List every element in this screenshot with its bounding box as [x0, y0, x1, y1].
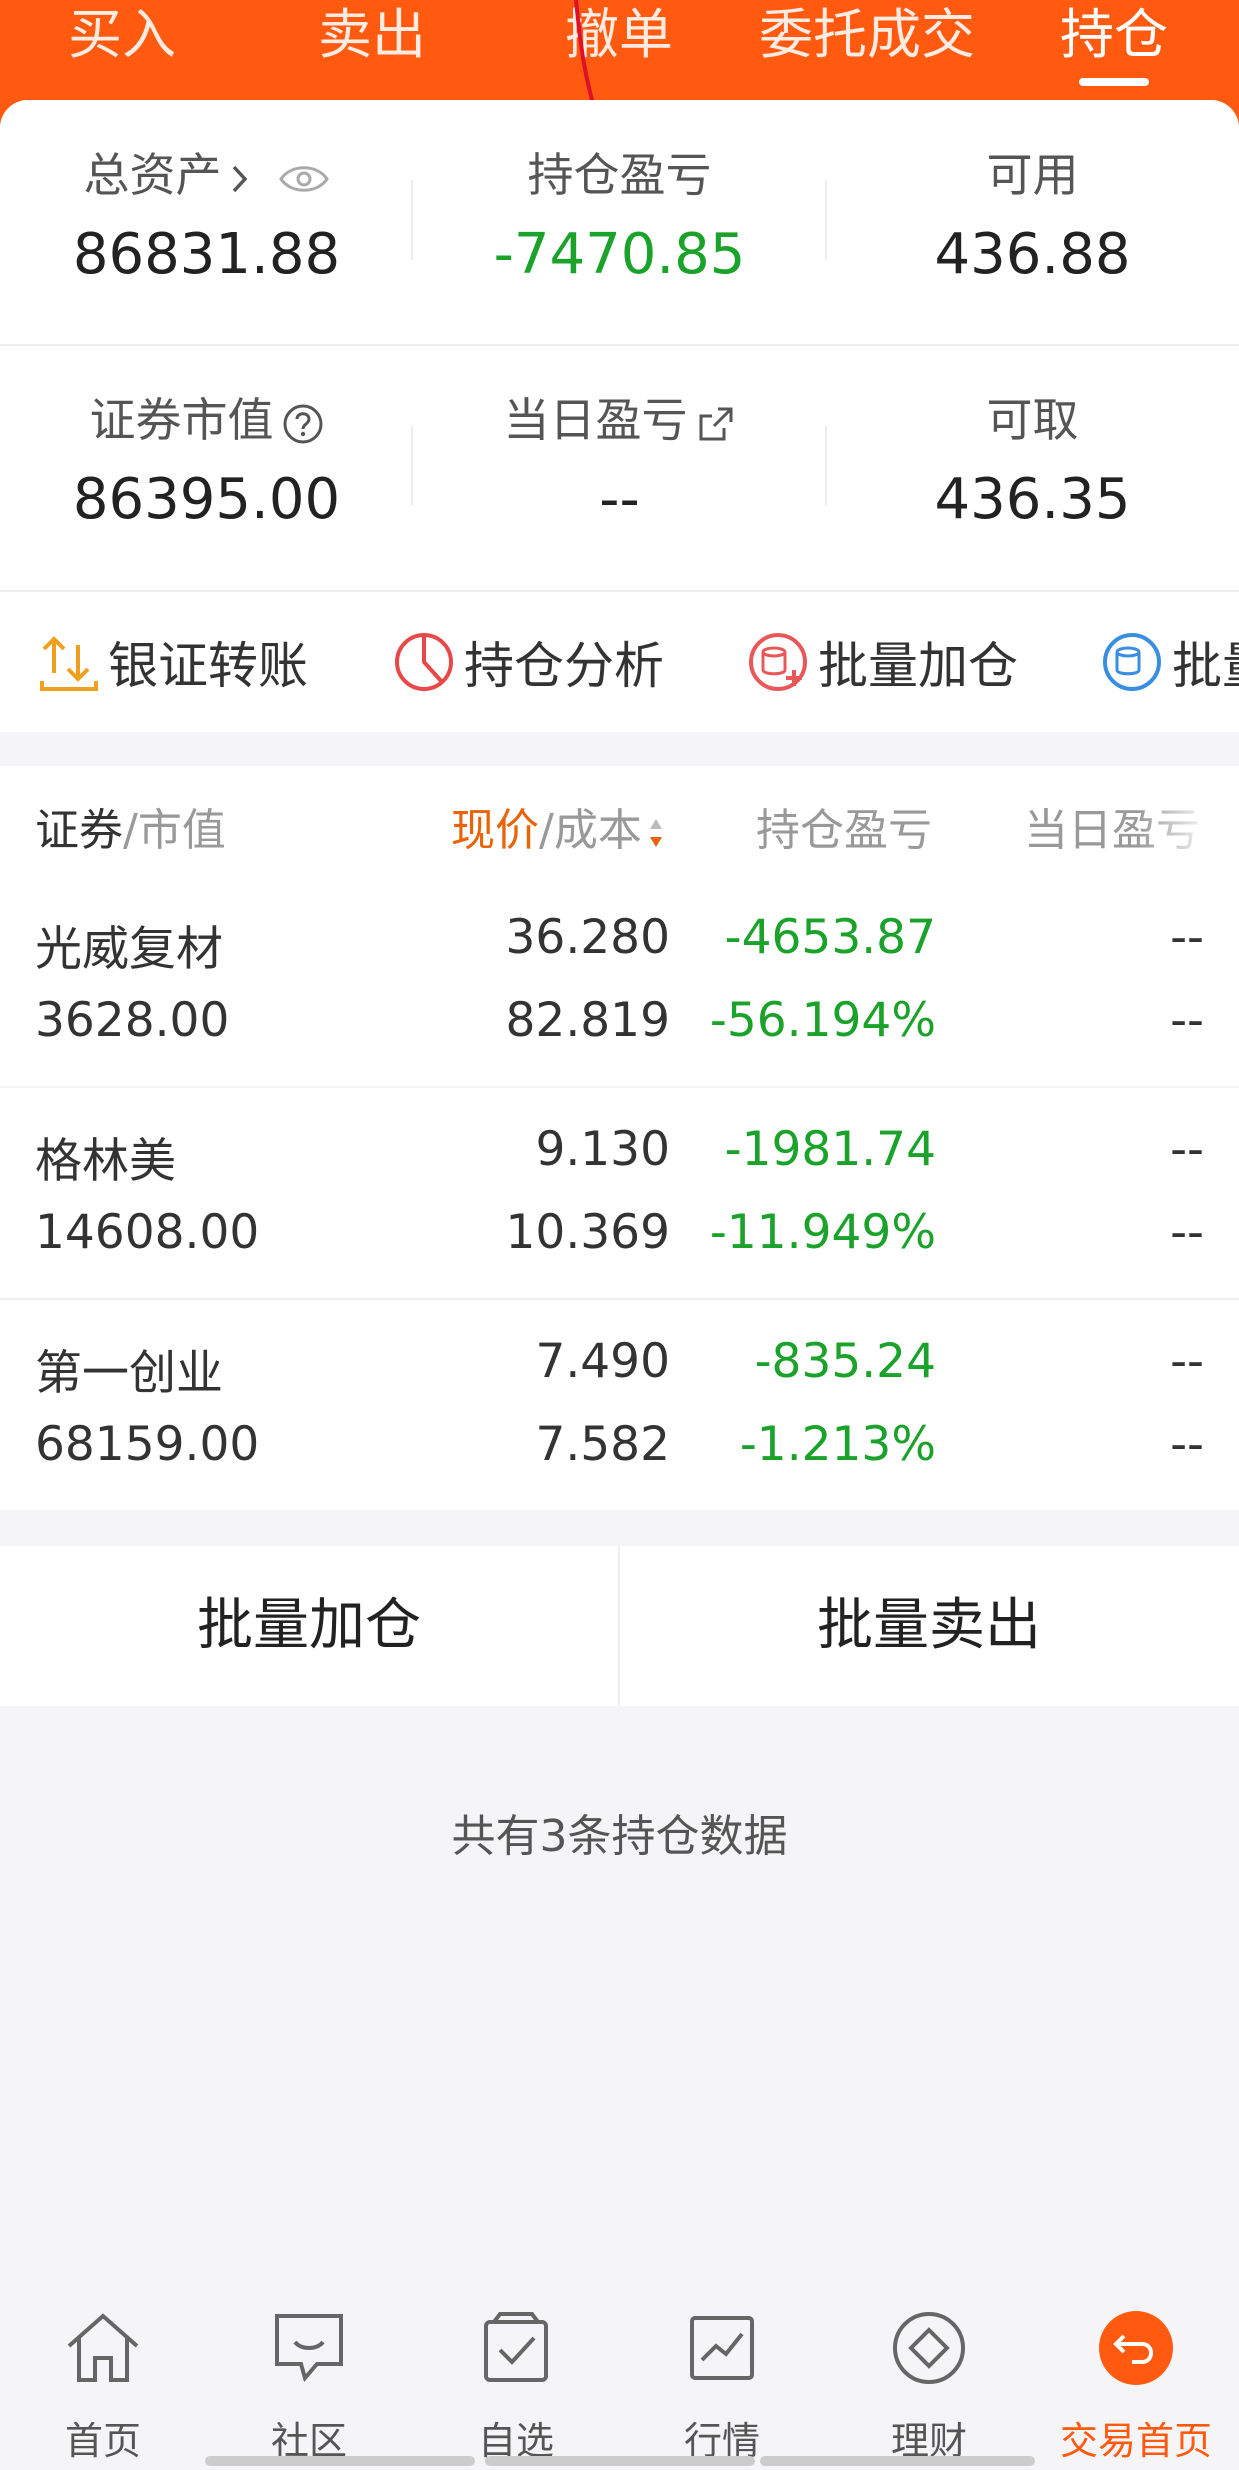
daily-pnl-label: 当日盈亏 [503, 393, 688, 447]
stock-daily: -- [1170, 910, 1204, 965]
nav-market[interactable]: 行情 [619, 2270, 825, 2470]
scroll-indicator [760, 2456, 1035, 2466]
withdrawable: 可取 436.35 [826, 390, 1239, 540]
stock-pnl-pct: -56.194% [709, 993, 936, 1048]
shortcut-row: 银证转账 持仓分析 批量加仓 批量 [0, 592, 1239, 732]
stock-cost: 7.582 [535, 1417, 670, 1472]
nav-watchlist[interactable]: 自选 [413, 2270, 619, 2470]
tab-positions[interactable]: 持仓 [1060, 0, 1168, 70]
stock-price: 36.280 [505, 910, 670, 965]
help-icon[interactable] [282, 403, 324, 445]
stock-daily-pct: -- [1170, 993, 1204, 1048]
shortcut-batch-add-label: 批量加仓 [818, 637, 1018, 695]
stock-market-value: 68159.00 [35, 1417, 260, 1472]
stock-pnl-pct: -1.213% [739, 1417, 936, 1472]
shortcut-batch[interactable]: 批量 [1100, 592, 1239, 732]
stock-daily: -- [1170, 1334, 1204, 1389]
community-icon [275, 2314, 343, 2383]
daily-pnl[interactable]: 当日盈亏 -- [413, 390, 826, 540]
table-row[interactable]: 格林美 14608.00 9.130 10.369 -1981.74 -11.9… [0, 1088, 1239, 1298]
stock-market-value: 3628.00 [35, 993, 230, 1048]
total-assets-value: 86831.88 [72, 222, 341, 287]
stock-daily-pct: -- [1170, 1205, 1204, 1260]
asset-summary-row-2: 证券市值 86395.00 当日盈亏 -- 可取 436.35 [0, 346, 1239, 590]
nav-trade-home-label: 交易首页 [1059, 2419, 1212, 2463]
market-value: 证券市值 86395.00 [0, 390, 413, 540]
market-value-label: 证券市值 [89, 393, 274, 447]
tab-sell[interactable]: 卖出 [318, 0, 426, 70]
market-value-value: 86395.00 [72, 467, 341, 532]
stock-daily: -- [1170, 1122, 1204, 1177]
stock-pnl-pct: -11.949% [709, 1205, 936, 1260]
scroll-indicator [485, 2456, 755, 2466]
tab-orders[interactable]: 委托成交 [759, 0, 975, 70]
shortcut-analysis[interactable]: 持仓分析 [392, 592, 664, 732]
shortcut-analysis-label: 持仓分析 [464, 637, 664, 695]
positions-table-header: 证券/市值 现价/成本 持仓盈亏 当日盈亏 [0, 766, 1239, 876]
positions-count-text: 共有3条持仓数据 [451, 1811, 788, 1862]
withdrawable-label: 可取 [986, 393, 1079, 447]
market-icon [690, 2316, 754, 2380]
stock-pnl: -4653.87 [724, 910, 936, 965]
batch-add-button[interactable]: 批量加仓 [0, 1546, 618, 1706]
batch-sell-button[interactable]: 批量卖出 [620, 1546, 1238, 1706]
total-assets[interactable]: 总资产 86831.88 [0, 145, 413, 295]
header-daily[interactable]: 当日盈亏 [1024, 794, 1214, 858]
shortcut-batch-add[interactable]: 批量加仓 [746, 592, 1018, 732]
available-funds: 可用 436.88 [826, 145, 1239, 295]
stock-pnl: -835.24 [754, 1334, 936, 1389]
home-icon [67, 2313, 139, 2382]
nav-home-label: 首页 [64, 2419, 141, 2463]
batch-add-icon [749, 633, 807, 691]
external-link-icon[interactable] [696, 404, 736, 444]
stock-market-value: 14608.00 [35, 1205, 260, 1260]
stock-cost: 10.369 [505, 1205, 670, 1260]
batch-icon [1103, 633, 1161, 691]
tab-buy[interactable]: 买入 [68, 0, 176, 70]
total-assets-label: 总资产 [83, 148, 222, 202]
header-security[interactable]: 证券/市值 [35, 794, 226, 858]
transfer-icon [40, 636, 98, 691]
wealth-icon [893, 2312, 965, 2384]
sort-icon [649, 819, 662, 847]
stock-name: 第一创业 [35, 1346, 223, 1401]
batch-action-bar: 批量加仓 批量卖出 [0, 1546, 1239, 1706]
stock-price: 7.490 [535, 1334, 670, 1389]
scroll-indicator [205, 2456, 475, 2466]
trade-home-icon [1099, 2311, 1173, 2385]
stock-daily-pct: -- [1170, 1417, 1204, 1472]
positions-sheet: 总资产 86831.88 持仓盈亏 -7470.85 可用 436.88 证券市… [0, 100, 1239, 2470]
available-label: 可用 [986, 148, 1079, 202]
shortcut-batch-label: 批量 [1172, 637, 1239, 695]
chevron-right-icon [232, 165, 247, 192]
daily-pnl-value: -- [599, 467, 640, 532]
watchlist-icon [484, 2312, 548, 2382]
available-value: 436.88 [934, 222, 1131, 287]
header-price[interactable]: 现价/成本 [451, 794, 666, 858]
header-pnl[interactable]: 持仓盈亏 [756, 794, 932, 858]
table-row[interactable]: 光威复材 3628.00 36.280 82.819 -4653.87 -56.… [0, 876, 1239, 1086]
table-row[interactable]: 第一创业 68159.00 7.490 7.582 -835.24 -1.213… [0, 1300, 1239, 1510]
stock-pnl: -1981.74 [724, 1122, 936, 1177]
position-pnl: 持仓盈亏 -7470.85 [413, 145, 826, 295]
stock-name: 光威复材 [35, 922, 223, 977]
active-tab-indicator [1079, 78, 1149, 86]
withdrawable-value: 436.35 [934, 467, 1131, 532]
stock-name: 格林美 [35, 1134, 176, 1189]
pie-chart-icon [395, 633, 453, 691]
nav-wealth[interactable]: 理财 [826, 2270, 1032, 2470]
stock-price: 9.130 [535, 1122, 670, 1177]
position-pnl-label: 持仓盈亏 [527, 148, 712, 202]
nav-trade-home[interactable]: 交易首页 [1033, 2270, 1239, 2470]
stock-cost: 82.819 [505, 993, 670, 1048]
shortcut-transfer[interactable]: 银证转账 [38, 592, 308, 732]
shortcut-transfer-label: 银证转账 [108, 637, 308, 695]
asset-summary-row-1: 总资产 86831.88 持仓盈亏 -7470.85 可用 436.88 [0, 100, 1239, 344]
eye-icon[interactable] [278, 161, 330, 197]
position-pnl-value: -7470.85 [493, 222, 746, 287]
bottom-nav: 首页 社区 自选 行情 理财 交易首页 [0, 2270, 1239, 2470]
nav-home[interactable]: 首页 [0, 2270, 206, 2470]
nav-community[interactable]: 社区 [206, 2270, 412, 2470]
